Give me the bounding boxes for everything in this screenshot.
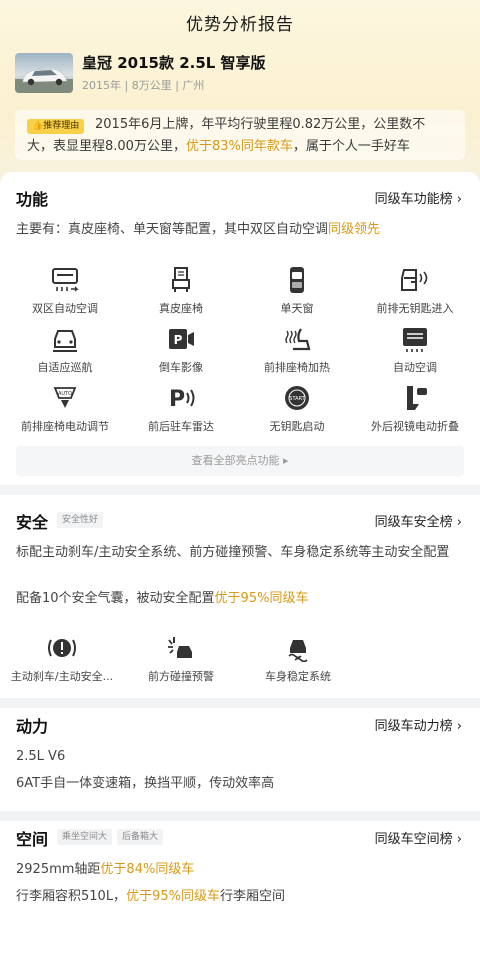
feature-item[interactable]: 前排座椅加热 xyxy=(237,325,357,375)
seat-heating-icon xyxy=(285,328,311,351)
feature-label: 前后驻车雷达 xyxy=(148,420,214,433)
mirror-fold-icon xyxy=(407,386,427,410)
space-badge-seating: 乘坐空间大 xyxy=(57,829,113,845)
recommend-reason-text: 2015年6月上牌，年平均行驶里程0.82万公里，公里数不大，表显里程8.00万… xyxy=(27,114,437,158)
summary-highlight: 同级领先 xyxy=(328,222,381,237)
feature-label: 无钥匙启动 xyxy=(269,420,325,433)
space-line-2: 行李厢容积510L，优于95%同级车行李厢空间 xyxy=(16,886,285,908)
feature-label: 自动空调 xyxy=(393,361,437,374)
rear-camera-icon: P xyxy=(169,329,194,349)
safety-line-2-text: 配备10个安全气囊，被动安全配置 xyxy=(16,591,215,606)
safety-rank-link[interactable]: 同级车安全榜 › xyxy=(375,511,462,530)
feature-label: 双区自动空调 xyxy=(32,302,98,315)
thumbs-up-icon: 👍 xyxy=(32,121,44,131)
safety-item[interactable]: 车身稳定系统 xyxy=(238,634,358,684)
feature-item[interactable]: 单天窗 xyxy=(237,266,357,316)
feature-item[interactable]: 自动空调 xyxy=(355,325,475,375)
feature-item[interactable]: AUTO 前排座椅电动调节 xyxy=(5,384,125,434)
feature-item[interactable]: START 无钥匙启动 xyxy=(237,384,357,434)
function-title: 功能 xyxy=(16,190,49,209)
feature-label: 真皮座椅 xyxy=(159,302,203,315)
reason-tag-label: 推荐理由 xyxy=(43,121,80,131)
reason-highlight: 优于83%同年款车 xyxy=(185,139,293,154)
summary-text: 主要有：真皮座椅、单天窗等配置，其中双区自动空调 xyxy=(16,222,329,237)
safety-line-1: 标配主动刹车/主动安全系统、前方碰撞预警、车身稳定系统等主动安全配置 xyxy=(16,545,450,560)
car-thumbnail[interactable] xyxy=(15,53,73,93)
feature-item[interactable]: P 倒车影像 xyxy=(121,325,241,375)
leather-seat-icon xyxy=(172,267,190,292)
parking-radar-icon: P xyxy=(169,387,195,412)
feature-label: 倒车影像 xyxy=(159,361,203,374)
feature-label: 前排座椅电动调节 xyxy=(21,420,109,433)
power-seat-icon: AUTO xyxy=(53,387,77,408)
space-title: 空间 xyxy=(16,830,49,849)
safety-item[interactable]: 前方碰撞预警 xyxy=(121,634,241,684)
feature-item[interactable]: 双区自动空调 xyxy=(5,266,125,316)
feature-label: 自适应巡航 xyxy=(37,361,93,374)
safety-title: 安全 xyxy=(16,513,49,532)
dual-zone-ac-icon xyxy=(52,268,79,292)
feature-item[interactable]: 自适应巡航 xyxy=(5,325,125,375)
car-title: 皇冠 2015款 2.5L 智享版 xyxy=(82,54,266,72)
function-summary: 主要有：真皮座椅、单天窗等配置，其中双区自动空调同级领先 xyxy=(16,219,380,241)
svg-text:AUTO: AUTO xyxy=(58,391,72,397)
car-image-icon xyxy=(15,68,73,93)
space-line-2-text: 行李厢容积510L， xyxy=(16,889,127,904)
safety-badge: 安全性好 xyxy=(57,512,104,528)
space-line-2-suffix: 行李厢空间 xyxy=(219,889,285,904)
section-divider xyxy=(0,698,480,708)
safety-label: 车身稳定系统 xyxy=(265,670,331,683)
feature-label: 外后视镜电动折叠 xyxy=(371,420,459,433)
collision-warning-icon xyxy=(168,637,192,658)
space-line-1: 2925mm轴距优于84%同级车 xyxy=(16,859,194,881)
safety-label: 主动刹车/主动安全... xyxy=(10,670,114,683)
feature-item[interactable]: 真皮座椅 xyxy=(121,266,241,316)
safety-label: 前方碰撞预警 xyxy=(148,670,214,683)
reason-text-part: ，属于个人一手好车 xyxy=(292,139,410,154)
active-brake-icon xyxy=(48,639,76,657)
svg-text:P: P xyxy=(169,387,185,412)
section-divider xyxy=(0,811,480,821)
svg-text:START: START xyxy=(289,396,305,402)
safety-line-2: 配备10个安全气囊，被动安全配置优于95%同级车 xyxy=(16,588,308,610)
power-line-1: 2.5L V6 xyxy=(16,749,66,764)
adaptive-cruise-icon xyxy=(53,330,77,352)
feature-label: 前排座椅加热 xyxy=(264,361,330,374)
car-meta: 2015年 | 8万公里 | 广州 xyxy=(82,79,205,92)
feature-label: 前排无钥匙进入 xyxy=(376,302,454,315)
feature-label: 单天窗 xyxy=(280,302,314,315)
view-all-features-button[interactable]: 查看全部亮点功能 ▸ xyxy=(16,446,464,476)
feature-item[interactable]: P 前后驻车雷达 xyxy=(121,384,241,434)
space-badge-trunk: 后备箱大 xyxy=(117,829,164,845)
recommend-reason-tag: 👍推荐理由 xyxy=(27,119,85,134)
feature-item[interactable]: 前排无钥匙进入 xyxy=(355,266,475,316)
stability-control-icon xyxy=(288,640,308,662)
svg-text:P: P xyxy=(174,333,183,347)
safety-item[interactable]: 主动刹车/主动安全... xyxy=(2,634,122,684)
power-line-2: 6AT手自一体变速箱，换挡平顺，传动效率高 xyxy=(16,776,275,791)
feature-item[interactable]: 外后视镜电动折叠 xyxy=(355,384,475,434)
sunroof-icon xyxy=(290,267,304,293)
space-line-1-highlight: 优于84%同级车 xyxy=(100,862,195,877)
page-title: 优势分析报告 xyxy=(186,15,294,35)
space-line-1-text: 2925mm轴距 xyxy=(16,862,101,877)
safety-line-2-highlight: 优于95%同级车 xyxy=(214,591,309,606)
keyless-start-icon: START xyxy=(285,386,309,410)
space-rank-link[interactable]: 同级车空间榜 › xyxy=(375,828,462,847)
section-divider xyxy=(0,485,480,495)
auto-ac-icon xyxy=(403,328,427,352)
power-title: 动力 xyxy=(16,717,49,736)
power-rank-link[interactable]: 同级车动力榜 › xyxy=(375,715,462,734)
function-rank-link[interactable]: 同级车功能榜 › xyxy=(375,188,462,207)
keyless-entry-icon xyxy=(401,269,428,291)
space-line-2-highlight: 优于95%同级车 xyxy=(126,889,220,904)
